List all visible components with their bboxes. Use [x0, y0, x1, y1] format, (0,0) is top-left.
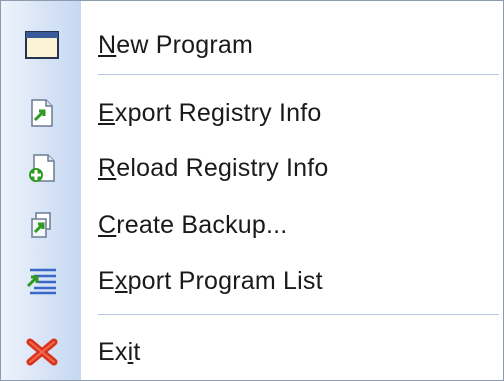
- menu-item-export-registry-info[interactable]: Export Registry Info: [1, 86, 503, 140]
- menu-item-label: Export Registry Info: [98, 98, 322, 127]
- menu-item-reload-registry-info[interactable]: Reload Registry Info: [1, 141, 503, 195]
- menu-item-label: Create Backup...: [98, 210, 288, 239]
- list-export-icon: [25, 264, 59, 298]
- menu-item-label: Exit: [98, 337, 141, 366]
- backup-icon: [25, 208, 59, 242]
- document-add-icon: [25, 151, 59, 185]
- menu-item-create-backup[interactable]: Create Backup...: [1, 198, 503, 252]
- context-menu: New Program Export Registry Info Reload …: [0, 0, 504, 381]
- menu-item-label: New Program: [98, 30, 254, 59]
- menu-item-label: Reload Registry Info: [98, 153, 329, 182]
- document-export-icon: [25, 96, 59, 130]
- red-x-icon: [25, 335, 59, 369]
- menu-item-new-program[interactable]: New Program: [1, 18, 503, 72]
- menu-item-exit[interactable]: Exit: [1, 325, 503, 379]
- window-icon: [25, 28, 59, 62]
- menu-item-export-program-list[interactable]: Export Program List: [1, 254, 503, 308]
- menu-separator: [98, 314, 499, 315]
- menu-separator: [98, 74, 499, 75]
- menu-item-label: Export Program List: [98, 266, 323, 295]
